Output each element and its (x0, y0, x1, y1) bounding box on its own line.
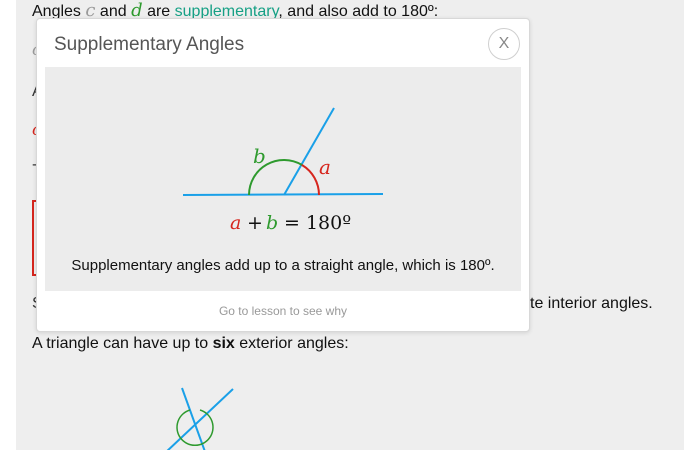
exterior-angle-arc (176, 409, 214, 447)
supplementary-angles-modal: Supplementary Angles X b a a + b = 180º … (36, 18, 530, 332)
go-to-lesson-link[interactable]: Go to lesson to see why (37, 304, 529, 318)
triangle-line: A triangle can have up to six exterior a… (32, 335, 349, 353)
close-button[interactable]: X (488, 28, 520, 60)
triangle-side-line (166, 388, 234, 450)
modal-title: Supplementary Angles (54, 34, 245, 55)
triangle-emphasis: six (212, 335, 235, 352)
label-a: a (319, 155, 331, 179)
ray-line (283, 107, 335, 196)
triangle-prefix: A triangle can have up to (32, 335, 209, 352)
angle-a-arc (301, 164, 320, 196)
triangle-side-line (181, 387, 206, 450)
interior-angles-text: te interior angles. (530, 295, 653, 312)
label-b: b (253, 144, 266, 168)
equation-a: a (230, 212, 241, 234)
equation-b: b (266, 212, 278, 234)
equation-result: = 180º (284, 212, 351, 234)
modal-caption: Supplementary angles add up to a straigh… (71, 257, 495, 274)
equation-plus: + (247, 212, 263, 234)
straight-line (182, 193, 384, 196)
supplementary-angles-diagram: b a a + b = 180º (182, 107, 384, 234)
modal-body: b a a + b = 180º Supplementary angles ad… (45, 67, 521, 291)
triangle-exterior-angles-diagram (166, 387, 234, 450)
triangle-suffix: exterior angles: (239, 335, 349, 352)
